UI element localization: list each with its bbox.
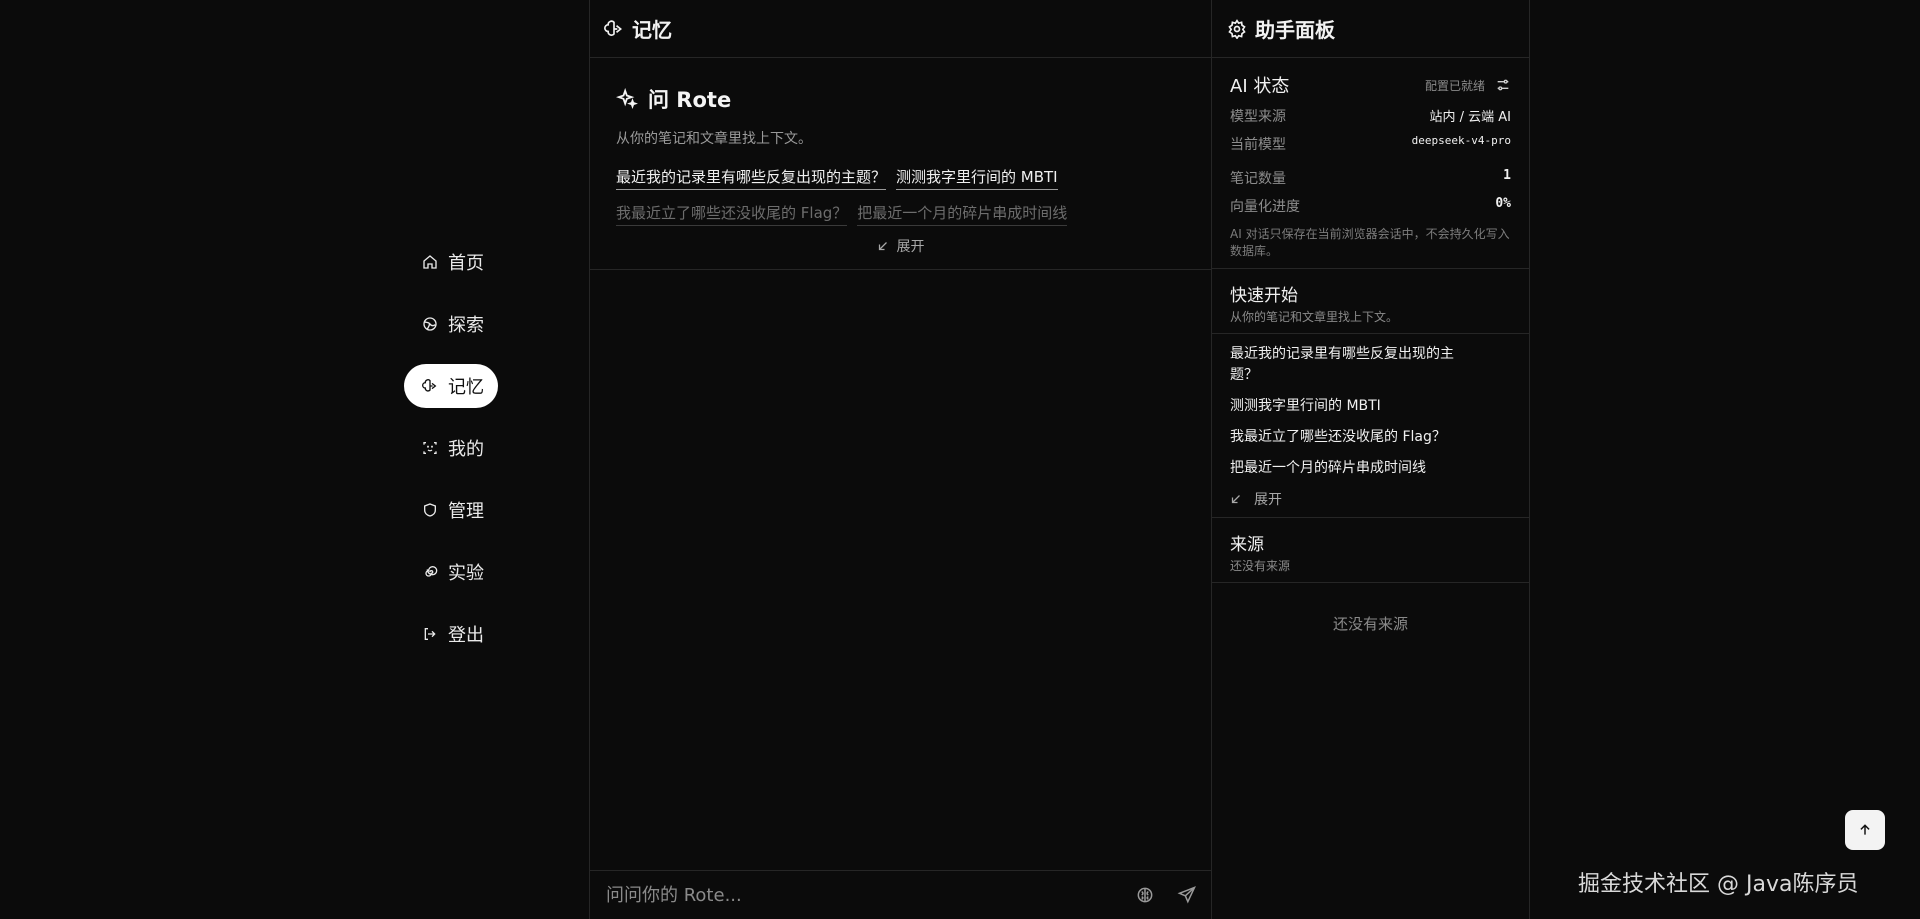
brain-icon [604, 19, 623, 36]
quick-start-header: 快速开始 从你的笔记和文章里找上下文。 [1212, 269, 1529, 334]
nav-item-admin[interactable]: 管理 [404, 488, 498, 532]
quick-start-subtitle: 从你的笔记和文章里找上下文。 [1230, 310, 1399, 324]
nav-item-label: 登出 [448, 625, 484, 646]
nav-item-label: 我的 [448, 439, 484, 460]
panel-header: 助手面板 [1212, 0, 1529, 58]
suggestion-chip[interactable]: 最近我的记录里有哪些反复出现的主题？ [616, 166, 887, 190]
panel-title: 助手面板 [1255, 18, 1335, 42]
suggestion-row: 最近我的记录里有哪些反复出现的主题？ 测测我字里行间的 MBTI [616, 166, 1185, 190]
back-to-top-button[interactable] [1845, 810, 1885, 850]
config-ready-label: 配置已就绪 [1424, 78, 1485, 93]
sparkles-icon [616, 88, 638, 110]
ask-subtitle: 从你的笔记和文章里找上下文。 [616, 131, 812, 147]
ai-status-section: AI 状态 配置已就绪 模型来源 站内 / 云端 AI 当前模型 deepsee… [1212, 58, 1529, 269]
ai-status-title: AI 状态 [1230, 76, 1290, 97]
model-source-value: 站内 / 云端 AI [1429, 110, 1511, 125]
shield-icon [424, 503, 436, 517]
spiral-icon [425, 566, 438, 577]
logout-icon [424, 628, 436, 640]
chat-input-bar [590, 870, 1211, 919]
nav-item-memory[interactable]: 记忆 [404, 364, 498, 408]
nav-item-label: 实验 [448, 563, 484, 584]
nav-item-label: 记忆 [448, 377, 484, 398]
vector-progress-label: 向量化进度 [1230, 199, 1300, 215]
sources-title: 来源 [1230, 535, 1264, 555]
suggestion-chip[interactable]: 我最近立了哪些还没收尾的 Flag？ [616, 202, 848, 226]
scan-face-icon [423, 442, 437, 454]
model-source-label: 模型来源 [1230, 109, 1286, 125]
quick-start-item[interactable]: 最近我的记录里有哪些反复出现的主题？ [1230, 344, 1455, 386]
ask-rote-card: 问 Rote 从你的笔记和文章里找上下文。 最近我的记录里有哪些反复出现的主题？… [590, 58, 1211, 270]
chat-input[interactable] [604, 883, 1113, 907]
quick-start-list: 最近我的记录里有哪些反复出现的主题？ 测测我字里行间的 MBTI 我最近立了哪些… [1212, 334, 1529, 518]
brain-toggle-icon[interactable] [1135, 885, 1155, 905]
vector-progress-row: 向量化进度 0% [1230, 196, 1511, 216]
quick-start-item[interactable]: 把最近一个月的碎片串成时间线 [1230, 458, 1455, 479]
arrow-down-left-icon [1231, 495, 1240, 504]
ask-title-text: 问 Rote [648, 88, 732, 112]
suggestion-chip[interactable]: 把最近一个月的碎片串成时间线 [857, 202, 1068, 226]
gear-icon [1228, 18, 1246, 39]
quick-start-item[interactable]: 测测我字里行间的 MBTI [1230, 396, 1455, 417]
nav-item-label: 管理 [448, 501, 484, 522]
expand-label: 展开 [1254, 492, 1282, 508]
note-count-label: 笔记数量 [1230, 171, 1286, 187]
sources-header: 来源 还没有来源 [1212, 518, 1529, 583]
nav-item-logout[interactable]: 登出 [404, 612, 498, 656]
expand-button[interactable]: 展开 [1230, 489, 1511, 509]
nav-item-lab[interactable]: 实验 [404, 550, 498, 594]
nav-item-home[interactable]: 首页 [404, 240, 498, 284]
globe-icon [423, 317, 437, 331]
current-model-label: 当前模型 [1230, 137, 1286, 153]
suggestion-chip[interactable]: 测测我字里行间的 MBTI [896, 166, 1058, 190]
settings-sliders-icon[interactable] [1495, 77, 1511, 93]
expand-button[interactable]: 展开 [616, 236, 1185, 256]
expand-label: 展开 [896, 239, 925, 255]
nav-item-mine[interactable]: 我的 [404, 426, 498, 470]
quick-start-item[interactable]: 我最近立了哪些还没收尾的 Flag？ [1230, 427, 1455, 448]
page-title: 记忆 [632, 18, 672, 42]
note-count-value: 1 [1503, 168, 1511, 183]
nav-item-explore[interactable]: 探索 [404, 302, 498, 346]
model-source-row: 模型来源 站内 / 云端 AI [1230, 106, 1511, 126]
main-nav: 首页 探索 记忆 我的 管理 实验 登出 [404, 240, 514, 674]
nav-item-label: 探索 [448, 315, 484, 336]
home-icon [423, 255, 437, 269]
sources-empty-state: 还没有来源 [1332, 615, 1408, 633]
memory-column: 记忆 问 Rote 从你的笔记和文章里找上下文。 最近我的记录里有哪些反复出现的… [589, 0, 1212, 919]
note-count-row: 笔记数量 1 [1230, 168, 1511, 188]
brain-icon [422, 379, 437, 392]
watermark: 掘金技术社区 @ Java陈序员 [1578, 872, 1859, 897]
send-icon[interactable] [1177, 885, 1197, 905]
suggestion-row: 我最近立了哪些还没收尾的 Flag？ 把最近一个月的碎片串成时间线 [616, 202, 1185, 226]
session-note: AI 对话只保存在当前浏览器会话中，不会持久化写入数据库。 [1230, 227, 1510, 258]
page-header: 记忆 [590, 0, 1211, 58]
config-status: 配置已就绪 [1425, 77, 1511, 94]
nav-item-label: 首页 [448, 253, 484, 274]
current-model-value: deepseek-v4-pro [1411, 134, 1511, 147]
arrow-up-icon [1860, 824, 1870, 835]
assistant-panel: 助手面板 AI 状态 配置已就绪 模型来源 站内 / 云端 AI 当前模型 de… [1212, 0, 1530, 919]
ask-title: 问 Rote [616, 84, 1185, 114]
quick-start-title: 快速开始 [1230, 286, 1298, 306]
vector-progress-value: 0% [1495, 196, 1511, 211]
sources-subtitle: 还没有来源 [1230, 559, 1291, 573]
arrow-down-left-icon [878, 242, 887, 251]
current-model-row: 当前模型 deepseek-v4-pro [1230, 134, 1511, 154]
